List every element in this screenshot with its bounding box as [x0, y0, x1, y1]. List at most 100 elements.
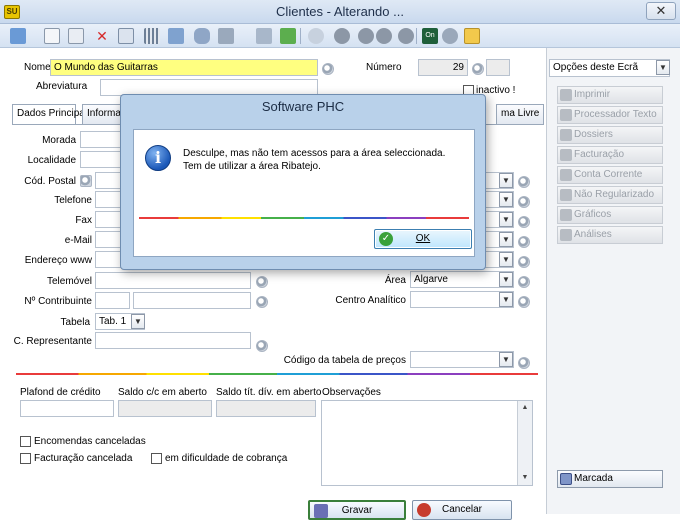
graficos-button[interactable]: Gráficos: [557, 206, 663, 224]
tabela-precos-lookup-icon[interactable]: [518, 357, 530, 369]
close-window-button[interactable]: ✕: [646, 2, 676, 20]
cancelar-button[interactable]: Cancelar: [412, 500, 512, 520]
grid-icon[interactable]: [144, 28, 160, 44]
chevron-down-icon[interactable]: ▼: [499, 272, 513, 287]
facturacao-checkbox[interactable]: [20, 453, 31, 464]
sign-icon[interactable]: [256, 28, 272, 44]
duplicate-icon[interactable]: [118, 28, 134, 44]
imprimir-button[interactable]: Imprimir: [557, 86, 663, 104]
numero-input[interactable]: 29: [418, 59, 468, 76]
gravar-button[interactable]: Gravar: [308, 500, 406, 520]
nome-input[interactable]: O Mundo das Guitarras: [50, 59, 318, 76]
facturacao-button[interactable]: Facturação: [557, 146, 663, 164]
dialog-title: Software PHC: [261, 99, 345, 114]
numero-extra-field[interactable]: [486, 59, 510, 76]
dossiers-button[interactable]: Dossiers: [557, 126, 663, 144]
dificuldade-label: em dificuldade de cobrança: [165, 453, 288, 464]
contribuinte-input[interactable]: [95, 292, 130, 309]
chevron-down-icon[interactable]: ▼: [499, 173, 513, 188]
nao-regularizado-button[interactable]: Não Regularizado: [557, 186, 663, 204]
settings-icon[interactable]: [442, 28, 458, 44]
cod-postal-input[interactable]: [95, 172, 122, 189]
next-record-icon[interactable]: [376, 28, 392, 44]
chevron-down-icon[interactable]: ▼: [499, 212, 513, 227]
endereco-www-input[interactable]: [95, 251, 122, 268]
chevron-down-icon[interactable]: ▼: [499, 292, 513, 307]
chevron-down-icon[interactable]: ▼: [499, 352, 513, 367]
telefone-input[interactable]: [95, 191, 122, 208]
printer-icon: [560, 89, 572, 101]
lookup-icon[interactable]: [518, 196, 530, 208]
lookup-icon[interactable]: [518, 256, 530, 268]
centro-analitico-lookup-icon[interactable]: [518, 296, 530, 308]
chevron-down-icon[interactable]: ▼: [499, 192, 513, 207]
analises-label: Análises: [574, 229, 612, 240]
check-icon: ✓: [379, 232, 393, 246]
postal-lookup-icon[interactable]: [80, 175, 92, 187]
area-lookup-icon[interactable]: [518, 276, 530, 288]
attach-icon[interactable]: [464, 28, 480, 44]
ok-button[interactable]: ✓ OK: [374, 229, 472, 249]
copy-icon[interactable]: [68, 28, 84, 44]
contribuinte-icon[interactable]: [256, 296, 268, 308]
saldo-cc-field: [118, 400, 212, 417]
telemovel-icon[interactable]: [256, 276, 268, 288]
telemovel-input[interactable]: [95, 272, 251, 289]
c-representante-lookup-icon[interactable]: [256, 340, 268, 352]
database-icon[interactable]: [194, 28, 210, 44]
telefone-label: Telefone: [54, 195, 92, 206]
message-dialog: Software PHC i Desculpe, mas não tem ace…: [120, 94, 486, 270]
conta-corrente-button[interactable]: Conta Corrente: [557, 166, 663, 184]
chevron-down-icon[interactable]: ▼: [656, 60, 670, 75]
chart-icon: [560, 209, 572, 221]
numero-lookup-icon[interactable]: [472, 63, 484, 75]
morada-input[interactable]: [80, 131, 122, 148]
localidade-input[interactable]: [80, 151, 122, 168]
scroll-up-icon[interactable]: ▲: [518, 401, 532, 415]
nome-label: Nome: [24, 62, 51, 73]
plafond-input[interactable]: [20, 400, 114, 417]
dificuldade-checkbox[interactable]: [151, 453, 162, 464]
marcada-button[interactable]: Marcada: [557, 470, 663, 488]
chevron-down-icon[interactable]: ▼: [131, 314, 145, 329]
contribuinte-extra-input[interactable]: [133, 292, 251, 309]
processador-texto-button[interactable]: Processador Texto: [557, 106, 663, 124]
chevron-down-icon[interactable]: ▼: [499, 232, 513, 247]
refresh-icon[interactable]: [280, 28, 296, 44]
tab-livre[interactable]: ma Livre: [496, 104, 544, 124]
email-input[interactable]: [95, 231, 122, 248]
scroll-down-icon[interactable]: ▼: [518, 471, 532, 485]
c-representante-input[interactable]: [95, 332, 251, 349]
tabela-label: Tabela: [60, 317, 90, 328]
network-icon[interactable]: [218, 28, 234, 44]
encomendas-label: Encomendas canceladas: [34, 436, 146, 447]
preview-icon[interactable]: [308, 28, 324, 44]
numero-label: Número: [366, 62, 402, 73]
email-label: e-Mail: [64, 235, 92, 246]
search-icon[interactable]: [10, 28, 26, 44]
analises-button[interactable]: Análises: [557, 226, 663, 244]
fax-input[interactable]: [95, 211, 122, 228]
on-icon[interactable]: On: [422, 28, 438, 44]
codigo-tabela-precos-label: Código da tabela de preços: [283, 355, 406, 366]
chevron-down-icon[interactable]: ▼: [499, 252, 513, 267]
observacoes-scrollbar[interactable]: ▲ ▼: [517, 401, 532, 485]
encomendas-checkbox[interactable]: [20, 436, 31, 447]
gravar-label: Gravar: [341, 505, 373, 516]
saldo-tit-field: [216, 400, 316, 417]
observacoes-textarea[interactable]: [321, 400, 533, 486]
new-doc-icon[interactable]: [44, 28, 60, 44]
prev-record-icon[interactable]: [358, 28, 374, 44]
tab-informacoes[interactable]: Informações: [82, 104, 122, 124]
delete-icon[interactable]: ✕: [94, 28, 110, 44]
lookup-icon[interactable]: [518, 176, 530, 188]
lookup-icon[interactable]: [518, 236, 530, 248]
nome-lookup-icon[interactable]: [322, 63, 334, 75]
lookup-icon[interactable]: [518, 216, 530, 228]
folder-icon[interactable]: [168, 28, 184, 44]
cod-postal-label: Cód. Postal: [24, 176, 76, 187]
first-record-icon[interactable]: [334, 28, 350, 44]
tab-dados-principais[interactable]: Dados Principais: [12, 104, 92, 125]
last-record-icon[interactable]: [398, 28, 414, 44]
opcoes-dropdown[interactable]: Opções deste Ecrã: [549, 59, 670, 77]
